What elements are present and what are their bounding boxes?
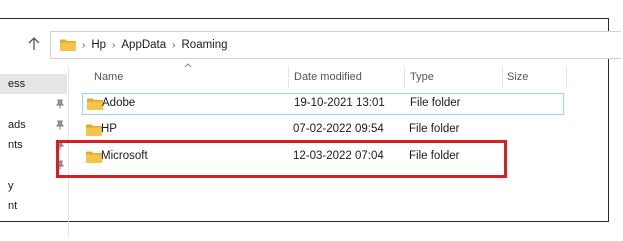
column-header-name[interactable]: Name xyxy=(94,71,123,83)
breadcrumb-hp[interactable]: Hp xyxy=(91,39,106,51)
folder-icon xyxy=(87,98,103,110)
file-row[interactable]: Adobe 19-10-2021 13:01 File folder xyxy=(82,93,564,115)
window-bottom-border xyxy=(0,221,609,222)
column-header-date[interactable]: Date modified xyxy=(294,71,362,83)
file-date: 07-02-2022 09:54 xyxy=(293,123,384,135)
chevron-right-icon: › xyxy=(112,39,116,51)
address-bar[interactable]: › Hp › AppData › Roaming xyxy=(50,31,621,59)
column-header-type[interactable]: Type xyxy=(410,71,434,83)
up-button[interactable] xyxy=(24,34,44,54)
sidebar-item-label[interactable]: nt xyxy=(8,200,17,212)
folder-icon xyxy=(60,39,76,51)
column-divider[interactable] xyxy=(288,66,289,88)
file-name: HP xyxy=(101,123,117,135)
file-type: File folder xyxy=(410,97,461,109)
chevron-right-icon: › xyxy=(172,39,176,51)
arrow-up-icon xyxy=(28,37,40,50)
highlight-box xyxy=(56,140,507,178)
column-divider[interactable] xyxy=(502,66,503,88)
sidebar-item-label[interactable]: ess xyxy=(8,78,25,90)
column-divider[interactable] xyxy=(566,66,567,88)
breadcrumb-roaming[interactable]: Roaming xyxy=(182,39,228,51)
breadcrumb-appdata[interactable]: AppData xyxy=(121,39,166,51)
folder-icon xyxy=(86,124,102,136)
file-type: File folder xyxy=(409,123,460,135)
sort-ascending-icon xyxy=(184,63,192,68)
sidebar-item-label[interactable]: nts xyxy=(8,139,23,151)
column-header-size[interactable]: Size xyxy=(507,71,528,83)
file-row[interactable]: HP 07-02-2022 09:54 File folder xyxy=(82,120,562,140)
column-divider[interactable] xyxy=(404,66,405,88)
sidebar-item-label[interactable]: y xyxy=(8,180,14,192)
file-date: 19-10-2021 13:01 xyxy=(294,97,385,109)
pin-icon xyxy=(56,99,64,109)
window-top-border xyxy=(0,18,609,19)
sidebar-item-label[interactable]: ads xyxy=(8,119,26,131)
pin-icon xyxy=(56,120,64,130)
file-name: Adobe xyxy=(102,97,136,109)
chevron-right-icon: › xyxy=(82,39,86,51)
